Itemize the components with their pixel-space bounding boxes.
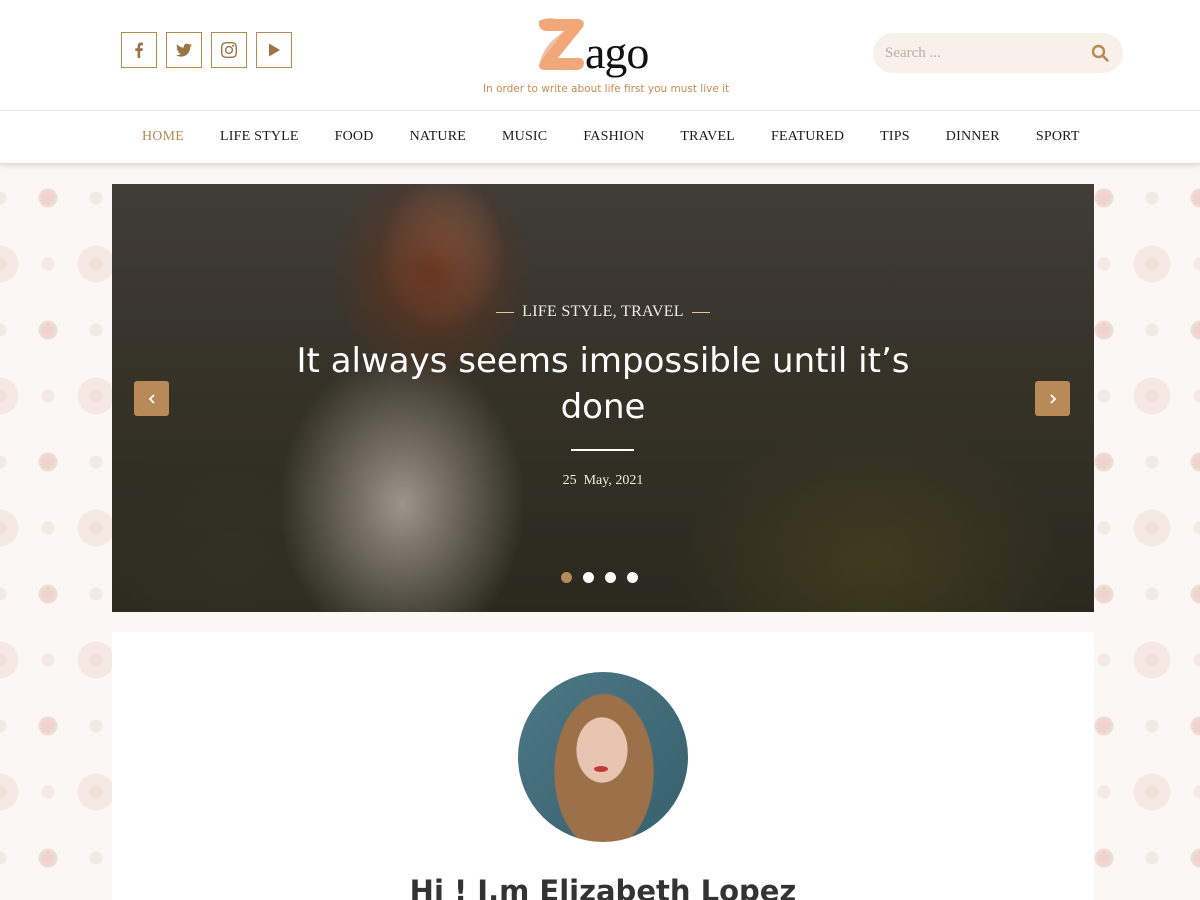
site-header: ago In order to write about life first y… [0,0,1200,111]
nav-item-nature[interactable]: NATURE [392,129,484,145]
slider-next-button[interactable] [1035,381,1070,416]
slide-categories: LIFE STYLE, TRAVEL [112,303,1094,321]
search-box [873,33,1123,73]
hero-slider: LIFE STYLE, TRAVEL It always seems impos… [112,184,1094,612]
slider-dot[interactable] [561,572,572,583]
slider-prev-button[interactable] [134,381,169,416]
twitter-icon [176,43,192,57]
nav-item-food[interactable]: FOOD [317,129,392,145]
youtube-link[interactable] [256,32,292,68]
slide-divider [571,449,634,451]
nav-item-fashion[interactable]: FASHION [565,129,662,145]
nav-item-tips[interactable]: TIPS [862,129,928,145]
nav-item-featured[interactable]: FEATURED [753,129,862,145]
search-input[interactable] [885,33,1075,73]
slider-dot[interactable] [583,572,594,583]
category-dash-left [496,311,515,313]
nav-item-music[interactable]: MUSIC [484,129,565,145]
nav-item-sport[interactable]: SPORT [1018,129,1098,145]
author-avatar [518,672,688,842]
nav-menu: HOME LIFE STYLE FOOD NATURE MUSIC FASHION TRAV… [124,111,1098,163]
search-icon[interactable] [1091,44,1109,62]
slide-title[interactable]: It always seems impossible until it’s do… [262,338,944,430]
nav-item-home[interactable]: HOME [124,129,202,145]
main-nav: HOME LIFE STYLE FOOD NATURE MUSIC FASHION TRAV… [0,111,1200,163]
slide-category-links[interactable]: LIFE STYLE, TRAVEL [522,303,684,320]
social-links [121,32,292,68]
youtube-icon [269,43,280,57]
slider-pagination [561,572,638,583]
facebook-link[interactable] [121,32,157,68]
logo-z-mark [538,18,584,71]
slide-content: LIFE STYLE, TRAVEL It always seems impos… [112,184,1094,612]
facebook-icon [135,42,143,58]
site-tagline: In order to write about life first you m… [483,83,730,95]
nav-item-dinner[interactable]: DINNER [928,129,1018,145]
about-section: Hi ! I,m Elizabeth Lopez [112,632,1094,900]
category-dash-right [691,311,710,313]
twitter-link[interactable] [166,32,202,68]
nav-item-travel[interactable]: TRAVEL [662,129,753,145]
slider-dot[interactable] [605,572,616,583]
chevron-left-icon [148,393,155,404]
instagram-link[interactable] [211,32,247,68]
avatar-detail [594,766,608,772]
logo-text: ago [585,27,649,78]
slide-date: 25 May, 2021 [562,473,644,488]
author-greeting: Hi ! I,m Elizabeth Lopez [409,874,797,900]
chevron-right-icon [1049,393,1056,404]
site-logo[interactable]: ago In order to write about life first y… [483,12,730,102]
slider-dot[interactable] [627,572,638,583]
instagram-icon [221,42,237,58]
nav-item-life-style[interactable]: LIFE STYLE [202,129,317,145]
